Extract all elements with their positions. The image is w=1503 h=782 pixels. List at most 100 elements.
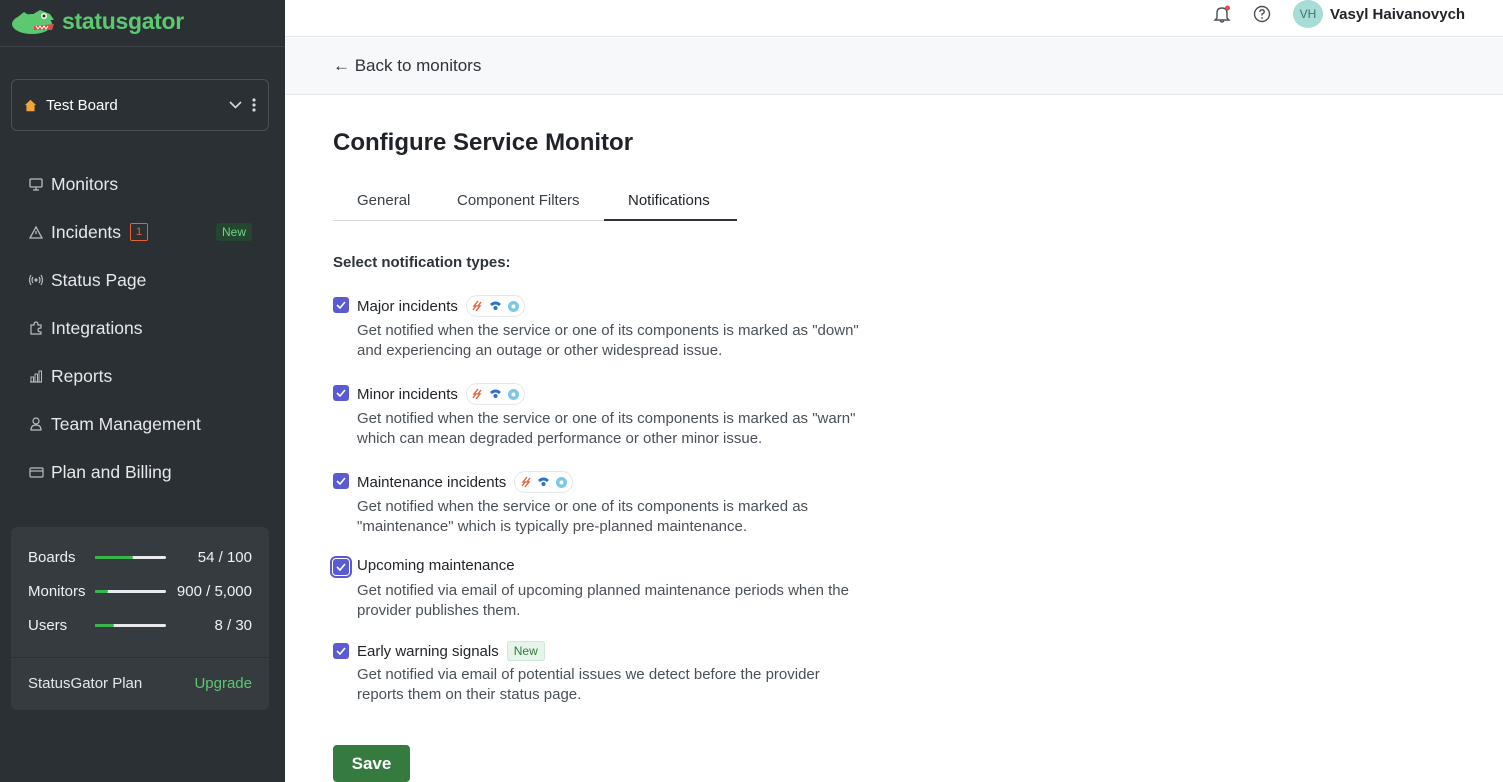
- channel-icons: [465, 295, 525, 317]
- tab-general[interactable]: General: [357, 192, 410, 221]
- checkbox-upcoming-maintenance[interactable]: [330, 556, 352, 578]
- alligator-logo-icon: [12, 10, 54, 34]
- option-title: Upcoming maintenance: [357, 557, 515, 574]
- option-description: Get notified when the service or one of …: [357, 410, 856, 447]
- usage-bar: [95, 624, 166, 627]
- broadcast-icon: [28, 272, 44, 288]
- back-bar: ← Back to monitors: [285, 38, 1503, 95]
- nav-label-team-management: Team Management: [51, 413, 201, 434]
- user-icon: [28, 416, 44, 432]
- usage-value: 54 / 100: [197, 549, 252, 566]
- option-description: Get notified via email of potential issu…: [357, 666, 820, 703]
- option-title: Minor incidents: [357, 383, 525, 405]
- monitor-icon: [28, 176, 44, 192]
- check-icon: [336, 563, 346, 571]
- signal-icon: [486, 297, 504, 315]
- nav-item-monitors[interactable]: Monitors: [0, 160, 285, 208]
- channel-icons: [465, 383, 525, 405]
- usage-label: Monitors: [28, 583, 86, 600]
- nav-label-monitors: Monitors: [51, 173, 119, 194]
- nav-item-status-page[interactable]: Status Page: [0, 256, 285, 304]
- usage-label: Boards: [28, 549, 76, 566]
- warning-icon: [28, 224, 44, 240]
- bar-chart-icon: [28, 368, 44, 384]
- top-bar: VH Vasyl Haivanovych: [285, 0, 1503, 37]
- credit-card-icon: [28, 464, 44, 480]
- option-title: Maintenance incidents: [357, 471, 574, 493]
- new-badge: New: [215, 223, 252, 241]
- channel-icons: [514, 471, 574, 493]
- pagerduty-icon: [517, 473, 535, 491]
- help-icon[interactable]: [1252, 4, 1272, 24]
- nav-item-team-management[interactable]: Team Management: [0, 400, 285, 448]
- usage-value: 8 / 30: [214, 617, 252, 634]
- pagerduty-icon: [468, 297, 486, 315]
- gear-icon: [504, 385, 522, 403]
- option-description: Get notified via email of upcoming plann…: [357, 582, 849, 619]
- checkbox-major-incidents[interactable]: [333, 297, 349, 313]
- signal-icon: [535, 473, 553, 491]
- tab-component-filters[interactable]: Component Filters: [457, 192, 580, 221]
- usage-panel: Boards 54 / 100 Monitors 900 / 5,000 Use…: [11, 527, 269, 710]
- usage-row-boards: Boards 54 / 100: [28, 549, 252, 566]
- nav-item-reports[interactable]: Reports: [0, 352, 285, 400]
- plan-label: StatusGator Plan: [28, 675, 143, 692]
- usage-value: 900 / 5,000: [176, 583, 252, 600]
- home-icon: [24, 99, 37, 112]
- page-title: Configure Service Monitor: [333, 129, 634, 156]
- divider: [0, 46, 285, 47]
- check-icon: [336, 477, 346, 485]
- usage-bar-fill: [95, 624, 115, 627]
- divider: [11, 657, 269, 658]
- usage-row-users: Users 8 / 30: [28, 617, 252, 634]
- option-title-text: Maintenance incidents: [357, 473, 507, 491]
- checkbox-early-warning-signals[interactable]: [333, 643, 349, 659]
- nav-label-reports: Reports: [51, 365, 113, 386]
- usage-bar-fill: [95, 590, 108, 593]
- nav-item-integrations[interactable]: Integrations: [0, 304, 285, 352]
- user-name[interactable]: Vasyl Haivanovych: [1330, 6, 1465, 23]
- option-title-text: Upcoming maintenance: [357, 557, 515, 574]
- usage-bar: [95, 590, 166, 593]
- usage-label: Users: [28, 617, 68, 634]
- nav-item-plan-billing[interactable]: Plan and Billing: [0, 448, 285, 496]
- section-heading: Select notification types:: [333, 254, 511, 271]
- checkbox-maintenance-incidents[interactable]: [333, 473, 349, 489]
- sidebar: statusgator Test Board Monitors Incident…: [0, 0, 285, 782]
- nav-label-status-page: Status Page: [51, 269, 147, 290]
- nav-item-incidents[interactable]: Incidents 1 New: [0, 208, 285, 256]
- chevron-down-icon[interactable]: [229, 101, 242, 109]
- tab-bar: General Component Filters Notifications: [333, 192, 737, 221]
- upgrade-link[interactable]: Upgrade: [194, 675, 252, 692]
- board-name: Test Board: [46, 96, 118, 114]
- more-vertical-icon[interactable]: [252, 98, 256, 112]
- brand-name: statusgator: [62, 7, 184, 34]
- check-icon: [336, 647, 346, 655]
- gear-icon: [504, 297, 522, 315]
- board-selector[interactable]: Test Board: [11, 79, 269, 131]
- check-icon: [336, 301, 346, 309]
- tab-notifications[interactable]: Notifications: [604, 192, 737, 221]
- option-title: Major incidents: [357, 295, 525, 317]
- main-nav: Monitors Incidents 1 New Status Page Int…: [0, 160, 285, 496]
- option-description: Get notified when the service or one of …: [357, 322, 859, 359]
- gear-icon: [553, 473, 571, 491]
- puzzle-icon: [28, 320, 44, 336]
- brand-logo[interactable]: statusgator: [10, 6, 184, 36]
- pagerduty-icon: [468, 385, 486, 403]
- avatar[interactable]: VH: [1293, 0, 1323, 28]
- checkbox-minor-incidents[interactable]: [333, 385, 349, 401]
- nav-label-incidents: Incidents: [51, 221, 122, 242]
- new-badge: New: [506, 641, 545, 661]
- check-icon: [336, 389, 346, 397]
- back-to-monitors-link[interactable]: ← Back to monitors: [333, 56, 481, 76]
- signal-icon: [486, 385, 504, 403]
- incident-count-badge: 1: [130, 223, 149, 241]
- option-title: Early warning signals New: [357, 641, 545, 661]
- option-description: Get notified when the service or one of …: [357, 498, 809, 535]
- option-title-text: Minor incidents: [357, 385, 458, 403]
- save-button[interactable]: Save: [333, 745, 410, 782]
- nav-label-integrations: Integrations: [51, 317, 143, 338]
- bell-icon[interactable]: [1212, 4, 1232, 24]
- usage-bar-fill: [95, 556, 134, 559]
